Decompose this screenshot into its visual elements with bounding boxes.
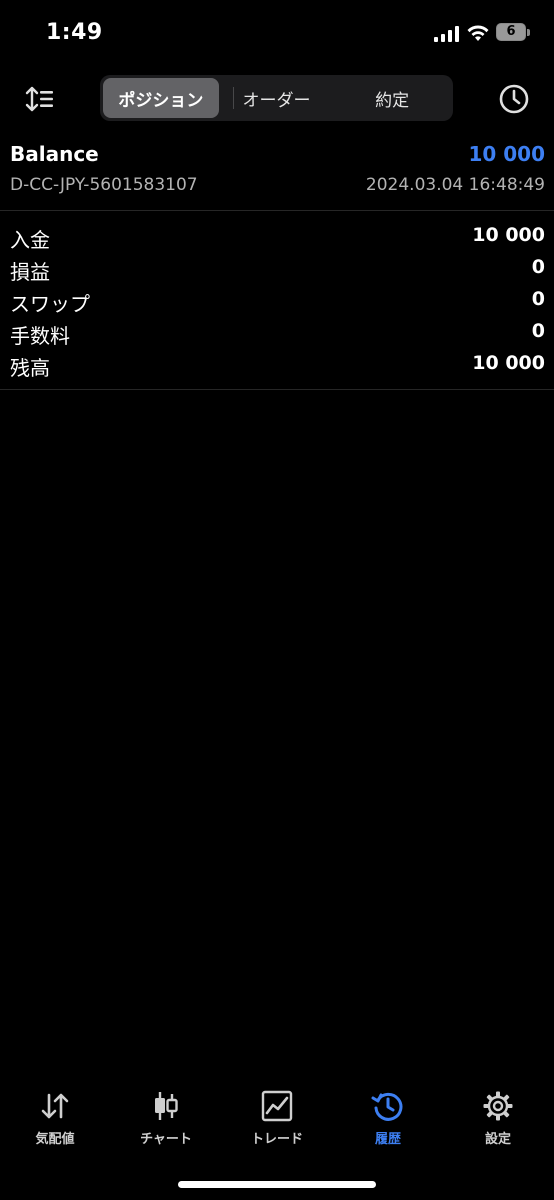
row-label: 入金 <box>10 228 50 252</box>
tab-chart[interactable]: チャート <box>116 1080 216 1150</box>
summary-row-swap: スワップ 0 <box>0 284 554 316</box>
tab-label: トレード <box>250 1132 303 1147</box>
tab-history[interactable]: 履歴 <box>338 1080 438 1150</box>
segment-divider <box>233 87 234 109</box>
divider <box>0 210 554 211</box>
summary-row-profit: 損益 0 <box>0 252 554 284</box>
summary-row-balance: 残高 10 000 <box>0 348 554 380</box>
trade-chart-icon <box>261 1090 293 1122</box>
divider <box>0 389 554 390</box>
summary-row-commission: 手数料 0 <box>0 316 554 348</box>
balance-value: 10 000 <box>468 142 545 166</box>
row-label: スワップ <box>10 292 90 316</box>
history-icon <box>371 1092 403 1121</box>
sort-icon <box>25 86 53 112</box>
tab-label: 気配値 <box>35 1132 75 1147</box>
history-period-button[interactable] <box>496 81 532 117</box>
tab-label: 履歴 <box>374 1132 401 1147</box>
tab-label: 設定 <box>484 1132 511 1147</box>
row-label: 損益 <box>10 260 50 284</box>
tab-trade[interactable]: トレード <box>227 1080 327 1150</box>
balance-title: Balance <box>10 142 99 166</box>
balance-entry[interactable]: Balance 10 000 D-CC-JPY-5601583107 2024.… <box>0 140 554 210</box>
tab-label: チャート <box>140 1132 192 1147</box>
status-time: 1:49 <box>46 20 103 45</box>
home-indicator[interactable] <box>178 1181 376 1188</box>
bottom-tab-bar: 気配値 チャート トレード 履歴 設定 <box>0 1080 554 1160</box>
gear-icon <box>483 1091 513 1121</box>
row-label: 手数料 <box>10 324 70 348</box>
view-segmented-control: ポジション オーダー 約定 <box>100 75 453 121</box>
tab-quotes[interactable]: 気配値 <box>5 1080 105 1150</box>
row-value: 0 <box>531 256 545 278</box>
summary-list: 入金 10 000 損益 0 スワップ 0 手数料 0 残高 10 000 <box>0 220 554 380</box>
row-value: 10 000 <box>472 352 545 374</box>
row-label: 残高 <box>10 356 50 380</box>
tab-settings[interactable]: 設定 <box>448 1080 548 1150</box>
status-bar: 1:49 6 <box>0 0 554 70</box>
battery-level: 6 <box>506 24 516 39</box>
segment-deals[interactable]: 約定 <box>334 78 450 118</box>
candlestick-icon <box>155 1092 178 1120</box>
segment-positions[interactable]: ポジション <box>103 78 219 118</box>
row-value: 10 000 <box>472 224 545 246</box>
summary-row-deposit: 入金 10 000 <box>0 220 554 252</box>
quotes-arrows-icon <box>41 1093 69 1119</box>
battery-icon: 6 <box>496 23 532 43</box>
balance-timestamp: 2024.03.04 16:48:49 <box>365 175 545 195</box>
row-value: 0 <box>531 288 545 310</box>
wifi-icon <box>467 25 489 41</box>
toolbar: ポジション オーダー 約定 <box>0 75 554 123</box>
account-id: D-CC-JPY-5601583107 <box>10 175 198 195</box>
row-value: 0 <box>531 320 545 342</box>
segment-orders[interactable]: オーダー <box>219 78 335 118</box>
cellular-signal-icon <box>434 26 459 42</box>
sort-button[interactable] <box>22 83 58 115</box>
history-clock-icon <box>499 84 529 114</box>
